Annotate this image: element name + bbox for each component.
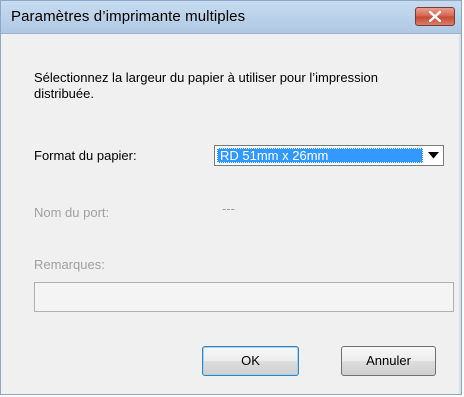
paper-format-label: Format du papier: [34, 148, 137, 163]
cancel-button[interactable]: Annuler [341, 346, 436, 376]
close-icon [429, 11, 441, 22]
chevron-down-icon [428, 152, 439, 159]
instructions-text: Sélectionnez la largeur du papier à util… [34, 70, 378, 101]
remarks-label: Remarques: [34, 257, 105, 272]
ok-button[interactable]: OK [202, 346, 299, 376]
dialog-body: Sélectionnez la largeur du papier à util… [1, 34, 461, 394]
window-border [459, 34, 461, 394]
port-name-value: --- [222, 201, 235, 216]
port-name-label: Nom du port: [34, 205, 110, 220]
remarks-field[interactable] [34, 282, 454, 312]
window-title: Paramètres d’imprimante multiples [11, 8, 246, 25]
paper-format-selected-value: RD 51mm x 26mm [217, 148, 423, 163]
dialog-window: Paramètres d’imprimante multiples Sélect… [0, 0, 462, 395]
paper-format-select[interactable]: RD 51mm x 26mm [214, 145, 444, 166]
close-button[interactable] [415, 7, 455, 26]
dropdown-button[interactable] [425, 147, 442, 164]
title-bar[interactable]: Paramètres d’imprimante multiples [1, 1, 461, 34]
